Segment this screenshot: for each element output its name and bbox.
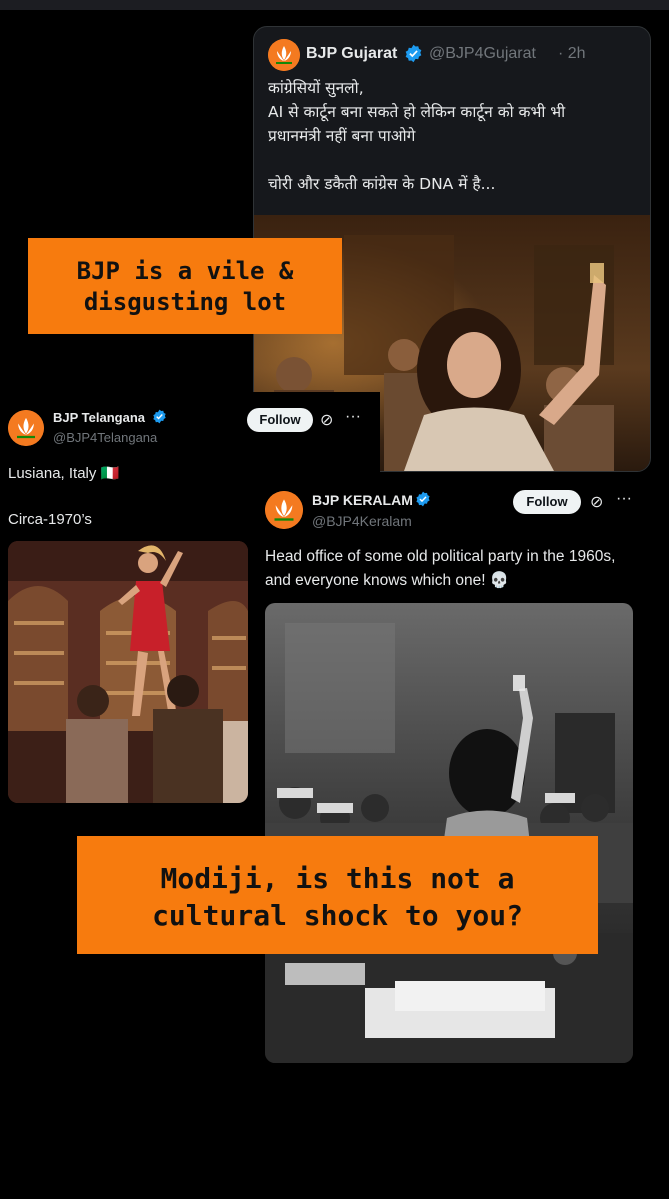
banner-vile: BJP is a vile & disgusting lot	[28, 238, 342, 334]
follow-button[interactable]: Follow	[513, 490, 581, 514]
tweet-card-keralam[interactable]: BJP KERALAM @BJP4Keralam Follow ⊘ ··· He…	[252, 480, 652, 1070]
tweet-line	[268, 148, 638, 172]
tweet-text: कांग्रेसियों सुनलो, AI से कार्टून बना सक…	[268, 76, 638, 196]
banner-line: cultural shock to you?	[152, 899, 523, 932]
banner-line: disgusting lot	[83, 288, 287, 316]
more-icon[interactable]: ···	[616, 490, 632, 508]
grok-icon[interactable]: ⊘	[590, 492, 603, 512]
tweet-image-bar-dancer[interactable]	[8, 541, 248, 803]
tweet-line: कांग्रेसियों सुनलो,	[268, 79, 364, 97]
banner-cultural-shock: Modiji, is this not a cultural shock to …	[77, 836, 598, 954]
account-handle[interactable]: @BJP4Keralam	[312, 513, 412, 529]
account-name[interactable]: BJP Gujarat	[306, 45, 397, 63]
verified-badge-icon	[416, 491, 430, 507]
timestamp[interactable]: · 2h	[558, 45, 586, 63]
account-handle[interactable]: @BJP4Gujarat	[429, 45, 536, 63]
tweet-text-line: Lusiana, Italy 🇮🇹	[8, 465, 120, 482]
tweet-text-line: Circa-1970’s	[8, 511, 92, 528]
tweet-line: प्रधानमंत्री नहीं बना पाओगे	[268, 127, 416, 145]
status-bar	[0, 0, 669, 10]
lotus-icon	[8, 410, 44, 446]
verified-badge-icon	[153, 409, 166, 424]
account-name[interactable]: BJP KERALAM	[312, 492, 413, 508]
grok-icon[interactable]: ⊘	[320, 410, 333, 430]
lotus-icon	[268, 39, 300, 71]
tweet-line: चोरी और डकैती कांग्रेस के DNA में है...	[268, 175, 496, 193]
follow-button[interactable]: Follow	[247, 408, 313, 432]
more-icon[interactable]: ···	[345, 408, 361, 426]
account-name[interactable]: BJP Telangana	[53, 410, 145, 425]
verified-badge-icon	[405, 44, 422, 63]
account-handle[interactable]: @BJP4Telangana	[53, 430, 157, 445]
banner-line: BJP is a vile &	[76, 257, 294, 285]
lotus-icon	[265, 491, 303, 529]
tweet-image-office-scene[interactable]	[265, 603, 633, 1063]
tweet-line: AI से कार्टून बना सकते हो लेकिन कार्टून …	[268, 103, 566, 121]
banner-line: Modiji, is this not a	[160, 862, 515, 895]
avatar-telangana[interactable]	[8, 410, 44, 446]
avatar-gujarat[interactable]	[268, 39, 300, 71]
avatar-keralam[interactable]	[265, 491, 303, 529]
tweet-text: Head office of some old political party …	[265, 548, 616, 589]
